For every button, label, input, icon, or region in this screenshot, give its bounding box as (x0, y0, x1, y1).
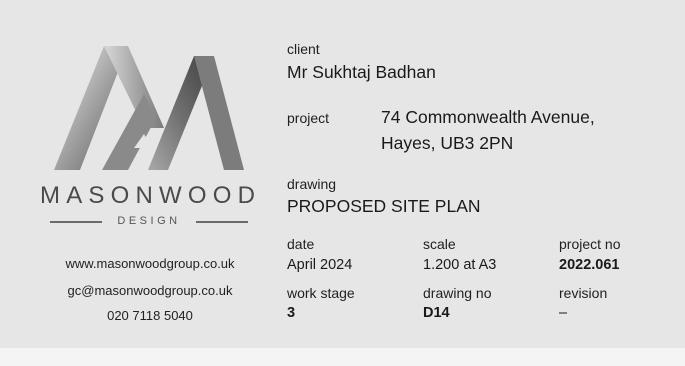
masonwood-logo-icon (54, 46, 244, 170)
client-label: client (287, 41, 320, 57)
project-no-value: 2022.061 (559, 257, 620, 273)
drawing-no-value: D14 (423, 305, 450, 321)
project-label: project (287, 110, 330, 126)
date-label: date (287, 236, 315, 252)
bottom-strip (0, 348, 685, 366)
website-link[interactable]: www.masonwoodgroup.co.uk (30, 256, 270, 271)
brand-name: MASONWOOD (40, 182, 262, 209)
revision-value: – (559, 305, 568, 321)
drawing-label: drawing (287, 176, 337, 192)
brand-sub: DESIGN (117, 215, 181, 227)
project-address-line1: 74 Commonwealth Avenue, (381, 107, 595, 127)
revision-label: revision (559, 285, 608, 301)
email-link[interactable]: gc@masonwoodgroup.co.uk (30, 283, 270, 298)
client-value: Mr Sukhtaj Badhan (287, 62, 436, 82)
scale-value: 1.200 at A3 (423, 257, 497, 273)
tagline-rule-left (50, 221, 102, 223)
scale-label: scale (423, 236, 456, 252)
project-no-label: project no (559, 236, 621, 252)
work-stage-value: 3 (287, 305, 296, 321)
phone-number: 020 7118 5040 (107, 308, 193, 323)
tagline-rule-right (196, 221, 248, 223)
date-value: April 2024 (287, 257, 353, 273)
drawing-title: PROPOSED SITE PLAN (287, 196, 481, 216)
work-stage-label: work stage (287, 285, 355, 301)
drawing-no-label: drawing no (423, 285, 492, 301)
project-address-line2: Hayes, UB3 2PN (381, 133, 514, 153)
brand-tagline: DESIGN (50, 214, 248, 228)
